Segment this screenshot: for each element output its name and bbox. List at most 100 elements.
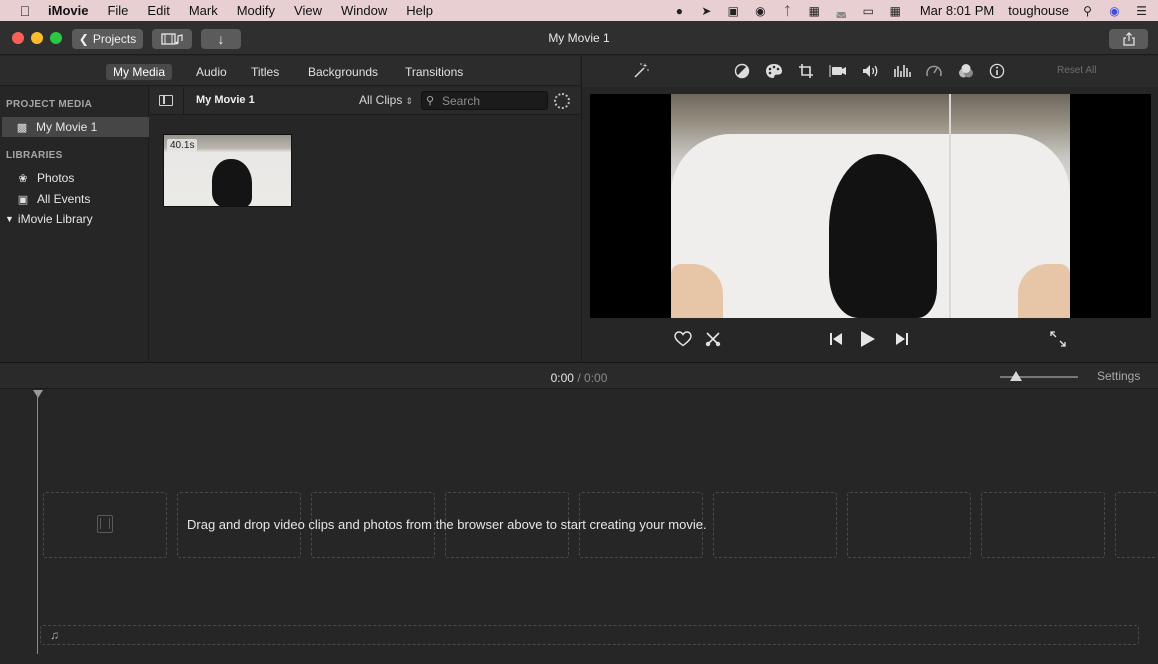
menu-window[interactable]: Window bbox=[341, 3, 387, 18]
audio-track[interactable]: ♫ bbox=[40, 625, 1139, 645]
sidebar-item-my-movie[interactable]: ▩ My Movie 1 bbox=[2, 117, 149, 137]
menu-edit[interactable]: Edit bbox=[147, 3, 169, 18]
tab-my-media[interactable]: My Media bbox=[106, 64, 173, 80]
apple-logo-icon[interactable]:  bbox=[16, 3, 34, 19]
clips-filter-select[interactable]: All Clips ⇕ bbox=[359, 93, 413, 107]
search-input[interactable] bbox=[442, 93, 542, 108]
timeline-settings-button[interactable]: Settings bbox=[1097, 369, 1140, 383]
display-icon[interactable]: ▣ bbox=[725, 4, 742, 18]
zoom-slider-knob[interactable] bbox=[1010, 371, 1022, 381]
search-field[interactable]: ⚲ bbox=[421, 91, 548, 110]
tab-audio[interactable]: Audio bbox=[189, 64, 234, 80]
reset-all-button[interactable]: Reset All bbox=[1057, 65, 1096, 76]
qq-icon[interactable]: ● bbox=[671, 4, 688, 18]
photos-icon: ❀ bbox=[18, 172, 28, 185]
clip-duration-badge: 40.1s bbox=[167, 139, 198, 152]
media-view-toggle-button[interactable] bbox=[152, 29, 192, 49]
projects-label: Projects bbox=[92, 32, 137, 46]
filter-icon[interactable] bbox=[957, 62, 975, 80]
skip-back-icon[interactable] bbox=[827, 329, 845, 349]
color-balance-icon[interactable] bbox=[733, 62, 751, 80]
minimize-window-button[interactable] bbox=[31, 32, 43, 44]
wechat-icon[interactable]: ◉ bbox=[752, 4, 769, 18]
clip-thumbnail[interactable]: 40.1s bbox=[163, 134, 292, 207]
search-icon: ⚲ bbox=[426, 95, 435, 107]
zoom-window-button[interactable] bbox=[50, 32, 62, 44]
time-separator: / bbox=[577, 371, 581, 385]
playhead-marker-icon[interactable] bbox=[33, 390, 43, 398]
sidebar-toggle-icon[interactable] bbox=[159, 95, 173, 106]
media-tab-strip: My Media Audio Titles Backgrounds Transi… bbox=[0, 56, 580, 86]
window-toolbar: ❮ Projects ↓ My Movie 1 bbox=[0, 21, 1158, 55]
bluetooth-icon[interactable]: ᛏ bbox=[779, 4, 796, 18]
timeline[interactable]: Drag and drop video clips and photos fro… bbox=[0, 390, 1158, 664]
fullscreen-icon[interactable] bbox=[1048, 329, 1068, 349]
star-box-icon: ▣ bbox=[17, 193, 29, 206]
close-window-button[interactable] bbox=[12, 32, 24, 44]
import-button[interactable]: ↓ bbox=[201, 29, 241, 49]
sidebar-item-imovie-library[interactable]: ▼ iMovie Library bbox=[5, 209, 93, 229]
menu-app[interactable]: iMovie bbox=[48, 3, 88, 18]
sidebar-item-all-events[interactable]: ▣ All Events bbox=[16, 189, 91, 209]
media-browser: 40.1s bbox=[150, 116, 580, 361]
menu-bar:  iMovie File Edit Mark Modify View Wind… bbox=[0, 0, 1158, 21]
sidebar-item-photos[interactable]: ❀ Photos bbox=[16, 168, 74, 188]
browser-toolbar: My Movie 1 All Clips ⇕ ⚲ bbox=[150, 87, 580, 115]
search-icon[interactable]: ⚲ bbox=[1079, 4, 1096, 18]
sidebar-item-label: My Movie 1 bbox=[36, 120, 98, 134]
timeline-placeholder-slot bbox=[713, 492, 837, 558]
library-sidebar: PROJECT MEDIA ▩ My Movie 1 LIBRARIES ❀ P… bbox=[0, 87, 149, 361]
disclosure-triangle-icon[interactable]: ▼ bbox=[5, 214, 14, 224]
volume-icon[interactable] bbox=[861, 62, 879, 80]
favorite-heart-icon[interactable] bbox=[673, 329, 693, 349]
film-strip-icon bbox=[97, 515, 113, 533]
toolbar-divider bbox=[183, 87, 184, 115]
preview-frame bbox=[671, 94, 1070, 318]
speed-icon[interactable] bbox=[925, 62, 943, 80]
menu-view[interactable]: View bbox=[294, 3, 322, 18]
paper-plane-icon[interactable]: ➤ bbox=[698, 4, 715, 18]
browser-title: My Movie 1 bbox=[196, 94, 255, 106]
gear-icon[interactable] bbox=[554, 93, 570, 109]
list-icon[interactable]: ☰ bbox=[1133, 4, 1150, 18]
earphone-cord-shape bbox=[949, 94, 951, 318]
share-button[interactable] bbox=[1109, 29, 1148, 49]
cat-head-shape bbox=[836, 216, 902, 274]
keyboard-icon[interactable]: ▦ bbox=[806, 4, 823, 18]
arrow-down-icon: ↓ bbox=[217, 31, 225, 47]
libraries-header: LIBRARIES bbox=[6, 150, 63, 161]
projects-button[interactable]: ❮ Projects bbox=[72, 29, 143, 49]
menu-mark[interactable]: Mark bbox=[189, 3, 218, 18]
right-arm-shape bbox=[1018, 264, 1070, 318]
tab-backgrounds[interactable]: Backgrounds bbox=[301, 64, 385, 80]
color-correction-icon[interactable] bbox=[765, 62, 783, 80]
input-method-icon[interactable]: ▦ bbox=[887, 4, 904, 18]
wifi-icon[interactable]: ◛ bbox=[833, 4, 850, 18]
stabilization-icon[interactable] bbox=[829, 62, 847, 80]
timeline-placeholder-slot bbox=[1115, 492, 1158, 558]
battery-icon[interactable]: ▭ bbox=[860, 4, 877, 18]
crop-icon[interactable] bbox=[797, 62, 815, 80]
menu-file[interactable]: File bbox=[107, 3, 128, 18]
info-icon[interactable] bbox=[988, 62, 1006, 80]
tab-titles[interactable]: Titles bbox=[244, 64, 286, 80]
magic-wand-icon[interactable] bbox=[632, 62, 650, 80]
reject-icon[interactable] bbox=[703, 329, 723, 349]
project-media-header: PROJECT MEDIA bbox=[6, 99, 93, 110]
menubar-user[interactable]: toughouse bbox=[1008, 3, 1069, 18]
menu-help[interactable]: Help bbox=[406, 3, 433, 18]
siri-icon[interactable]: ◉ bbox=[1106, 4, 1123, 18]
adjustment-toolbar: Reset All bbox=[581, 56, 1158, 87]
menu-modify[interactable]: Modify bbox=[237, 3, 275, 18]
timeline-drop-hint: Drag and drop video clips and photos fro… bbox=[187, 517, 707, 532]
skip-forward-icon[interactable] bbox=[893, 329, 911, 349]
menubar-clock[interactable]: Mar 8:01 PM bbox=[920, 3, 994, 18]
playhead[interactable] bbox=[37, 394, 38, 654]
updown-chevron-icon: ⇕ bbox=[405, 96, 413, 106]
timecode: 0:00 / 0:00 bbox=[0, 371, 1158, 385]
play-icon[interactable] bbox=[858, 329, 878, 349]
video-preview[interactable] bbox=[590, 94, 1151, 318]
sidebar-item-label: All Events bbox=[37, 192, 91, 206]
tab-transitions[interactable]: Transitions bbox=[398, 64, 470, 80]
noise-reduction-icon[interactable] bbox=[893, 62, 911, 80]
